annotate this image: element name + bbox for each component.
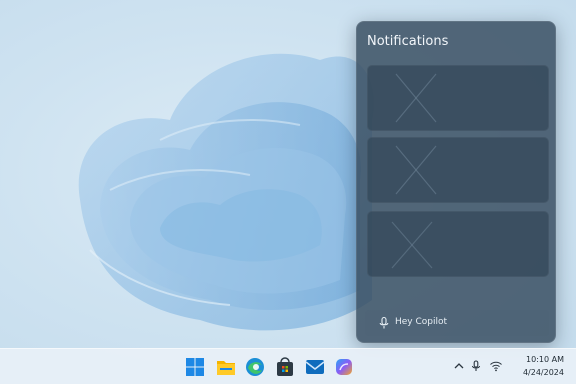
notification-card[interactable] xyxy=(367,65,549,131)
windows-logo-icon[interactable] xyxy=(184,356,206,378)
edge-browser-icon[interactable] xyxy=(244,356,266,378)
copilot-input[interactable]: Hey Copilot xyxy=(365,310,549,336)
wifi-icon[interactable] xyxy=(489,359,503,373)
chevron-up-icon[interactable] xyxy=(452,359,466,373)
store-icon[interactable] xyxy=(274,356,296,378)
copilot-placeholder: Hey Copilot xyxy=(395,317,448,327)
image-placeholder-icon xyxy=(395,145,437,195)
clock-date[interactable]: 4/24/2024 xyxy=(523,368,564,377)
notification-card[interactable] xyxy=(367,137,549,203)
mail-icon[interactable] xyxy=(304,356,326,378)
notification-card[interactable] xyxy=(367,211,549,277)
image-placeholder-icon xyxy=(395,73,437,123)
microphone-icon[interactable] xyxy=(377,316,391,330)
notifications-title: Notifications xyxy=(367,34,449,49)
image-placeholder-icon xyxy=(391,221,433,269)
clock-time[interactable]: 10:10 AM xyxy=(526,355,564,364)
copilot-icon[interactable] xyxy=(333,356,355,378)
folder-icon[interactable] xyxy=(215,356,237,378)
notification-center: Notifications Hey Copilot xyxy=(356,21,556,343)
taskbar: 10:10 AM 4/24/2024 xyxy=(0,348,576,384)
microphone-icon[interactable] xyxy=(469,359,483,373)
desktop: Notifications Hey Copilot 10:10 AM 4/24/… xyxy=(0,0,576,384)
